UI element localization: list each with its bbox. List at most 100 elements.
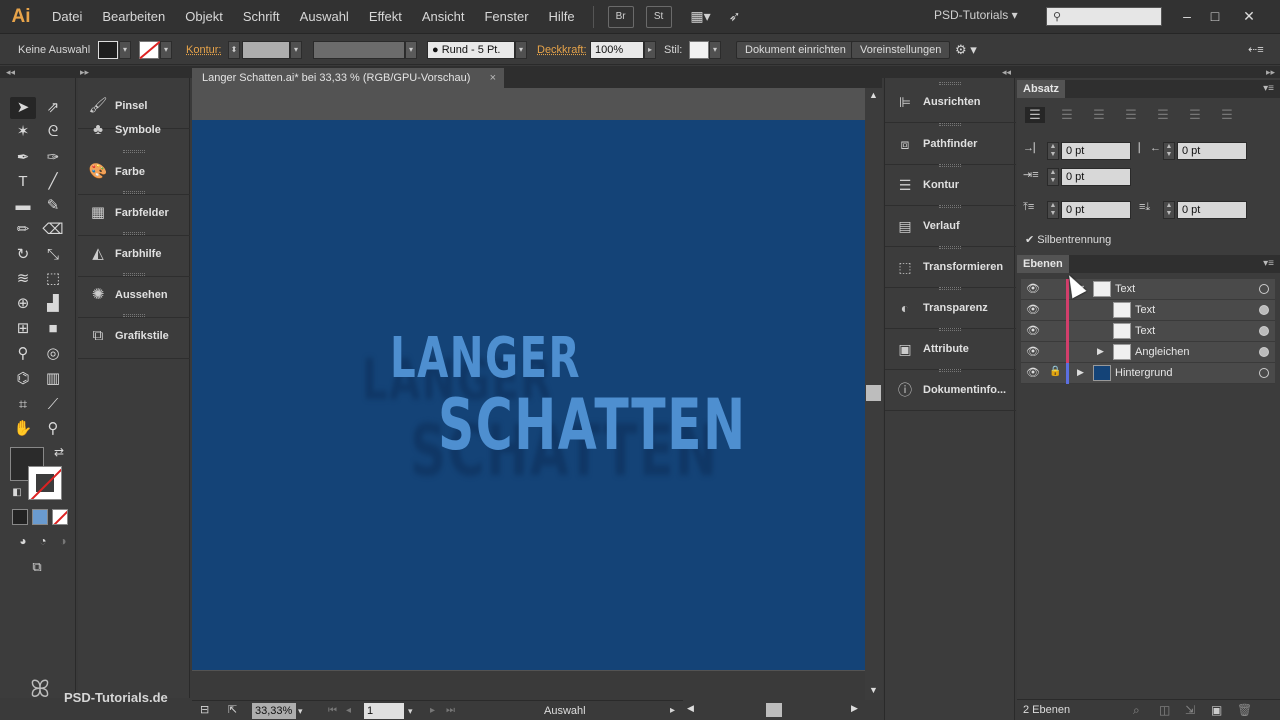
export-icon[interactable]: ⇱ xyxy=(228,703,237,716)
magic-wand-tool-icon[interactable]: ✶ xyxy=(10,121,36,143)
ebenen-tab[interactable]: Ebenen xyxy=(1017,255,1069,273)
panel-symbole[interactable]: ♣ Symbole xyxy=(78,112,190,153)
direct-selection-tool-icon[interactable]: ⇗ xyxy=(40,97,66,119)
first-line-indent-field[interactable]: 0 pt xyxy=(1061,168,1131,186)
control-panel-menu-icon[interactable]: ⇠≡ xyxy=(1248,41,1264,59)
opacity-dropdown[interactable]: ▸ xyxy=(644,41,656,59)
document-setup-button[interactable]: Dokument einrichten xyxy=(736,41,855,59)
align-center-icon[interactable]: ☰ xyxy=(1057,107,1077,123)
pen-tool-icon[interactable]: ✒ xyxy=(10,147,36,169)
panel-farbhilfe[interactable]: ◭ Farbhilfe xyxy=(78,236,190,277)
maximize-button[interactable]: □ xyxy=(1204,6,1226,26)
align-left-icon[interactable]: ☰ xyxy=(1025,107,1045,123)
collapse-triangle-icon[interactable]: ▶ xyxy=(1077,367,1084,378)
artboard-navigator-icon[interactable]: ⊟ xyxy=(200,703,209,716)
panel-aussehen[interactable]: ✺ Aussehen xyxy=(78,277,190,318)
artboard-tool-icon[interactable]: ⌗ xyxy=(10,394,36,416)
last-page-icon[interactable]: ⏭ xyxy=(446,703,455,719)
lock-icon[interactable]: 🔒 xyxy=(1049,366,1061,377)
artwork-text-line1[interactable]: LANGER xyxy=(390,326,581,391)
screen-mode-icon[interactable]: ⧉ xyxy=(24,556,50,578)
panel-verlauf[interactable]: ▤ Verlauf xyxy=(885,206,1016,247)
scroll-right-icon[interactable]: ▶ xyxy=(851,703,858,714)
status-menu-icon[interactable]: ▸ xyxy=(670,703,675,719)
visibility-eye-icon[interactable]: 👁 xyxy=(1025,324,1041,337)
visibility-eye-icon[interactable]: 👁 xyxy=(1025,366,1041,379)
close-window-button[interactable]: ✕ xyxy=(1238,6,1260,26)
justify-left-icon[interactable]: ☰ xyxy=(1121,107,1141,123)
justify-right-icon[interactable]: ☰ xyxy=(1185,107,1205,123)
gpu-performance-icon[interactable]: ➶ xyxy=(722,6,748,28)
hyphenation-checkbox[interactable]: ✔ Silbentrennung xyxy=(1025,233,1111,246)
color-mode-icon[interactable] xyxy=(12,509,28,525)
page-field[interactable]: 1 xyxy=(364,703,404,719)
blend-tool-icon[interactable]: ◎ xyxy=(40,343,66,365)
layer-row[interactable]: 👁 ▼ Text xyxy=(1021,279,1275,300)
panel-grip[interactable] xyxy=(123,150,145,153)
symbol-sprayer-tool-icon[interactable]: ⌬ xyxy=(10,368,36,390)
locate-object-icon[interactable]: ⌕ xyxy=(1133,703,1140,718)
layer-name[interactable]: Angleichen xyxy=(1135,346,1189,358)
stroke-label[interactable]: Kontur: xyxy=(186,41,221,59)
perspective-grid-tool-icon[interactable]: ▟ xyxy=(40,293,66,315)
ebenen-panel-menu-icon[interactable]: ▾≡ xyxy=(1263,258,1274,269)
stroke-weight-stepper[interactable]: ⬍ xyxy=(228,41,240,59)
justify-all-icon[interactable]: ☰ xyxy=(1217,107,1237,123)
layer-row[interactable]: 👁 Text xyxy=(1021,300,1275,321)
rectangle-tool-icon[interactable]: ▬ xyxy=(10,195,36,217)
delete-layer-icon[interactable]: 🗑 xyxy=(1237,703,1252,717)
make-clipping-mask-icon[interactable]: ◫ xyxy=(1159,703,1170,717)
panel-attribute[interactable]: ▣ Attribute xyxy=(885,329,1016,370)
eraser-tool-icon[interactable]: ⌫ xyxy=(40,219,66,241)
scroll-down-icon[interactable]: ▼ xyxy=(869,685,878,695)
eyedropper-tool-icon[interactable]: ⚲ xyxy=(10,343,36,365)
layer-row[interactable]: 👁 🔒 ▶ Hintergrund xyxy=(1021,363,1275,384)
minimize-button[interactable]: – xyxy=(1176,6,1198,26)
artboard[interactable]: LANGER SCHATTEN LANGER SCHATTEN xyxy=(192,120,865,670)
vertical-scrollbar[interactable]: ▲ ▼ xyxy=(865,88,883,700)
visibility-eye-icon[interactable]: 👁 xyxy=(1025,303,1041,316)
opacity-field[interactable]: 100% xyxy=(590,41,644,59)
new-layer-icon[interactable]: ▣ xyxy=(1211,703,1222,717)
panel-grip[interactable] xyxy=(123,314,145,317)
zoom-dropdown-icon[interactable]: ▾ xyxy=(298,703,303,719)
panel-grip[interactable] xyxy=(123,191,145,194)
vertical-scroll-thumb[interactable] xyxy=(866,385,881,401)
close-tab-icon[interactable]: × xyxy=(490,68,496,88)
graphic-style-dropdown[interactable]: ▾ xyxy=(709,41,721,59)
line-tool-icon[interactable]: ╱ xyxy=(40,171,66,193)
horizontal-scrollbar[interactable]: ◀ ▶ xyxy=(683,700,865,720)
space-after-stepper[interactable]: ▲ ▼ xyxy=(1163,201,1175,219)
panel-transformieren[interactable]: ⬚ Transformieren xyxy=(885,247,1016,288)
bridge-button[interactable]: Br xyxy=(607,5,634,28)
panel-grip[interactable] xyxy=(123,273,145,276)
width-tool-icon[interactable]: ≋ xyxy=(10,268,36,290)
gradient-tool-icon[interactable]: ■ xyxy=(40,318,66,340)
panel-grafikstile[interactable]: ⧉ Grafikstile xyxy=(78,318,190,359)
menu-fenster[interactable]: Fenster xyxy=(474,0,538,34)
paintbrush-tool-icon[interactable]: ✎ xyxy=(40,195,66,217)
free-transform-tool-icon[interactable]: ⬚ xyxy=(40,268,66,290)
menu-schrift[interactable]: Schrift xyxy=(233,0,290,34)
visibility-eye-icon[interactable]: 👁 xyxy=(1025,282,1041,295)
panel-pathfinder[interactable]: ⧈ Pathfinder xyxy=(885,124,1016,165)
opacity-label[interactable]: Deckkraft: xyxy=(537,41,587,59)
left-indent-field[interactable]: 0 pt xyxy=(1061,142,1131,160)
graphic-style-swatch[interactable] xyxy=(689,41,709,59)
variable-width-profile[interactable] xyxy=(313,41,405,59)
profile-dropdown[interactable]: ▾ xyxy=(405,41,417,59)
artwork-text-line2[interactable]: SCHATTEN xyxy=(438,384,747,466)
panel-transparenz[interactable]: ◐ Transparenz xyxy=(885,288,1016,329)
stroke-weight-field[interactable] xyxy=(242,41,290,59)
pencil-tool-icon[interactable]: ✏ xyxy=(10,219,36,241)
fill-color-swatch[interactable] xyxy=(98,41,118,59)
space-before-stepper[interactable]: ▲ ▼ xyxy=(1047,201,1059,219)
document-tab[interactable]: Langer Schatten.ai* bei 33,33 % (RGB/GPU… xyxy=(192,68,504,88)
zoom-tool-icon[interactable]: ⚲ xyxy=(40,418,66,440)
left-indent-stepper[interactable]: ▲ ▼ xyxy=(1047,142,1059,160)
absatz-tab[interactable]: Absatz xyxy=(1017,80,1066,98)
horizontal-scroll-thumb[interactable] xyxy=(766,703,782,717)
gradient-mode-icon[interactable] xyxy=(32,509,48,525)
menu-objekt[interactable]: Objekt xyxy=(175,0,233,34)
layer-row[interactable]: 👁 ▶ Angleichen xyxy=(1021,342,1275,363)
